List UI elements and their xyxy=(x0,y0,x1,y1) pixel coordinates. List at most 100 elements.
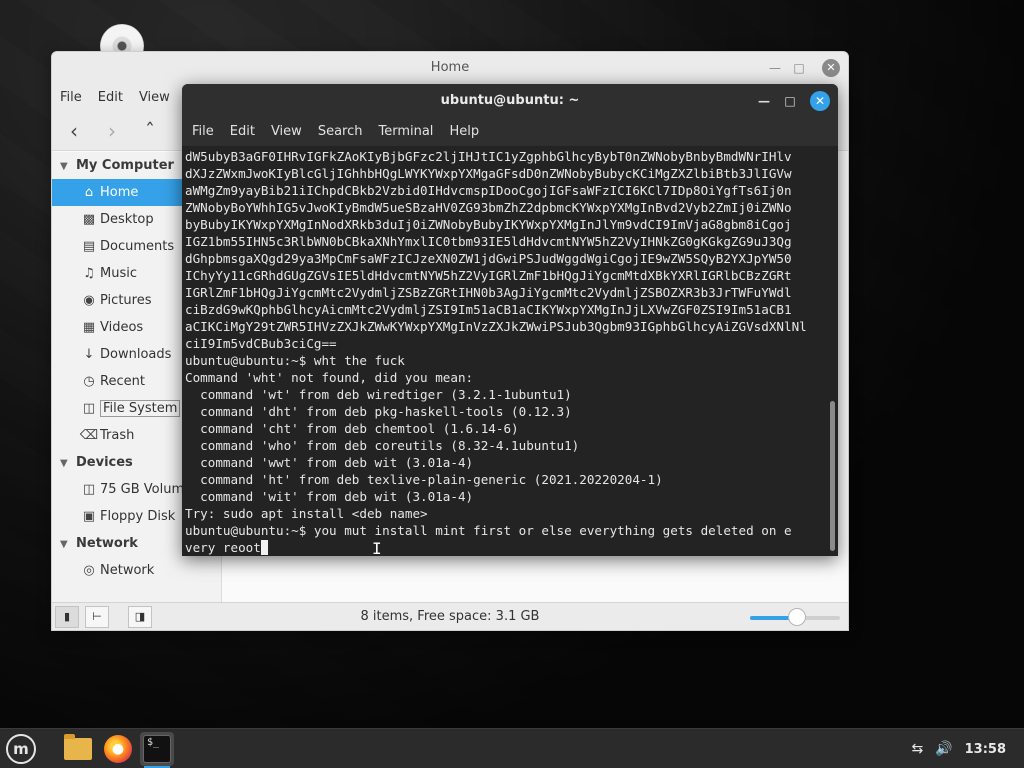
terminal-line: aWMgZm9yayBib21iIChpdCBkb2Vzbid0IHdvcmsp… xyxy=(185,183,792,198)
sidebar-item-label: File System xyxy=(100,400,181,417)
sidebar-item-label: Network xyxy=(100,563,155,578)
minimize-icon[interactable]: — xyxy=(766,59,784,77)
terminal-titlebar[interactable]: ubuntu@ubuntu: ~ — □ ✕ xyxy=(182,84,838,118)
home-icon: ⌂ xyxy=(84,185,94,200)
menu-file[interactable]: File xyxy=(60,90,82,105)
terminal-line: command 'cht' from deb chemtool (1.6.14-… xyxy=(185,421,519,436)
places-toggle-icon[interactable]: ▮ xyxy=(55,606,79,628)
sidebar-item-label: Desktop xyxy=(100,212,154,227)
sidebar-item-label: Documents xyxy=(100,239,175,254)
folder-shape xyxy=(64,734,92,760)
terminal-line: IGRlZmF1bHQgJiYgcmMtc2VydmljZSBzZGRtIHN0… xyxy=(185,285,792,300)
terminal-line: command 'wwt' from deb wit (3.01a-4) xyxy=(185,455,474,470)
terminal-line: command 'ht' from deb texlive-plain-gene… xyxy=(185,472,663,487)
terminal-title: ubuntu@ubuntu: ~ xyxy=(440,93,580,108)
sidebar-item-label: Floppy Disk xyxy=(100,509,176,524)
videos-icon: ▦ xyxy=(82,320,96,335)
mint-menu-icon[interactable]: m xyxy=(6,734,36,764)
terminal-menu-search[interactable]: Search xyxy=(318,124,363,139)
pictures-icon: ◉ xyxy=(83,293,95,308)
sidebar-item-label: 75 GB Volume xyxy=(100,482,193,497)
menu-edit[interactable]: Edit xyxy=(98,90,123,105)
terminal-line: ciBzdG9wKQphbGlhcyAicmMtc2VydmljZSI9Im51… xyxy=(185,302,792,317)
terminal-line: ubuntu@ubuntu:~$ wht the fuck xyxy=(185,353,405,368)
forward-icon[interactable]: › xyxy=(100,119,124,143)
terminal-line: IGZ1bm55IHN5c3RlbWN0bCBkaXNhYmxlIC0tbm93… xyxy=(185,234,792,249)
drive-icon: ◫ xyxy=(82,482,96,497)
terminal-output[interactable]: dW5ubyB3aGF0IHRvIGFkZAoKIyBjbGFzc2ljIHJt… xyxy=(182,146,838,556)
terminal-cursor xyxy=(260,540,268,555)
terminal-menubar: File Edit View Search Terminal Help xyxy=(182,118,838,145)
trash-icon: ⌫ xyxy=(79,428,99,443)
sidebar-section-label: My Computer xyxy=(76,158,174,173)
terminal-line: dGhpbmsgaXQgd29ya3MpCmFsaWFzICJzeXN0ZW1j… xyxy=(185,251,792,266)
taskbar: m ● $_ ⇆ 🔊 13:58 xyxy=(0,728,1024,768)
sidebar-item-label: Music xyxy=(100,266,137,281)
maximize-icon[interactable]: □ xyxy=(782,93,798,109)
clock[interactable]: 13:58 xyxy=(965,742,1006,757)
terminal-menu-view[interactable]: View xyxy=(271,124,302,139)
terminal-menu-help[interactable]: Help xyxy=(449,124,479,139)
terminal-line: Command 'wht' not found, did you mean: xyxy=(185,370,474,385)
terminal-menu-edit[interactable]: Edit xyxy=(230,124,255,139)
terminal-line: ZWNobyBoYWhhIG5vJwoKIyBmdW5ueSBzaHV0ZG93… xyxy=(185,200,792,215)
terminal-scrollbar[interactable] xyxy=(830,401,835,551)
back-icon[interactable]: ‹ xyxy=(62,119,86,143)
volume-icon[interactable]: 🔊 xyxy=(935,741,952,757)
sidebar-item-label: Home xyxy=(100,185,139,200)
terminal-line: command 'who' from deb coreutils (8.32-4… xyxy=(185,438,580,453)
caret-down-icon: ▼ xyxy=(60,161,68,172)
terminal-icon[interactable]: $_ xyxy=(140,732,174,768)
caret-down-icon: ▼ xyxy=(60,539,68,550)
sidebar-item-label: Pictures xyxy=(100,293,152,308)
sidebar-item-label: Downloads xyxy=(100,347,172,362)
zoom-slider-handle[interactable] xyxy=(787,608,806,626)
firefox-shape: ● xyxy=(104,735,132,763)
terminal-line: very reoot xyxy=(185,539,835,556)
terminal-line: aCIKCiMgY29tZWR5IHVzZXJkZWwKYWxpYXMgInVz… xyxy=(185,319,807,334)
file-manager-titlebar[interactable]: Home — □ ✕ xyxy=(52,52,848,83)
recent-icon: ◷ xyxy=(83,374,95,389)
terminal-line: command 'wt' from deb wiredtiger (3.2.1-… xyxy=(185,387,572,402)
sidebar-item-network[interactable]: ◎ Network xyxy=(52,557,221,584)
terminal-menu-file[interactable]: File xyxy=(192,124,214,139)
close-icon[interactable]: ✕ xyxy=(810,91,830,111)
window-title: Home xyxy=(430,60,470,75)
status-bar: 8 items, Free space: 3.1 GB ▮ ⊢ ◨ xyxy=(52,602,848,630)
network-status-icon[interactable]: ⇆ xyxy=(911,741,923,757)
sidebar-item-label: Trash xyxy=(100,428,135,443)
folder-icon[interactable] xyxy=(61,732,95,766)
up-icon[interactable]: ˆ xyxy=(138,119,162,143)
filesystem-icon: ◫ xyxy=(82,401,96,416)
documents-icon: ▤ xyxy=(82,239,96,254)
status-text: 8 items, Free space: 3.1 GB xyxy=(360,609,540,624)
terminal-line: ciI9Im5vdCBub3ciCg== xyxy=(185,336,337,351)
sidebar-item-label: Videos xyxy=(100,320,144,335)
network-icon: ◎ xyxy=(83,563,95,578)
sidebar-toggle-icon[interactable]: ◨ xyxy=(128,606,152,628)
music-icon: ♫ xyxy=(83,266,95,281)
terminal-line: ubuntu@ubuntu:~$ you mut install mint fi… xyxy=(185,523,792,538)
terminal-line: IChyYy11cGRhdGUgZGVsIE5ldHdvcmtNYW5hZ2Vy… xyxy=(185,268,792,283)
maximize-icon[interactable]: □ xyxy=(790,59,808,77)
terminal-line: dXJzZWxmJwoKIyBlcGljIGhhbHQgLWYKYWxpYXMg… xyxy=(185,166,792,181)
tree-toggle-icon[interactable]: ⊢ xyxy=(85,606,109,628)
terminal-line: command 'dht' from deb pkg-haskell-tools… xyxy=(185,404,572,419)
terminal-line: Try: sudo apt install <deb name> xyxy=(185,506,428,521)
close-icon[interactable]: ✕ xyxy=(822,59,840,77)
terminal-window: ubuntu@ubuntu: ~ — □ ✕ File Edit View Se… xyxy=(182,84,838,556)
desktop-icon: ▩ xyxy=(82,212,96,227)
floppy-icon: ▣ xyxy=(82,509,96,524)
sidebar-section-label: Devices xyxy=(76,455,133,470)
terminal-menu-terminal[interactable]: Terminal xyxy=(378,124,433,139)
menu-view[interactable]: View xyxy=(139,90,170,105)
sidebar-item-label: Recent xyxy=(100,374,145,389)
downloads-icon: ↓ xyxy=(83,347,95,362)
terminal-shape: $_ xyxy=(143,735,171,763)
text-cursor-icon: I xyxy=(372,539,382,558)
firefox-icon[interactable]: ● xyxy=(101,732,135,766)
minimize-icon[interactable]: — xyxy=(756,93,772,109)
terminal-line: command 'wit' from deb wit (3.01a-4) xyxy=(185,489,474,504)
sidebar-section-label: Network xyxy=(76,536,138,551)
system-tray: ⇆ 🔊 13:58 xyxy=(911,729,1024,768)
